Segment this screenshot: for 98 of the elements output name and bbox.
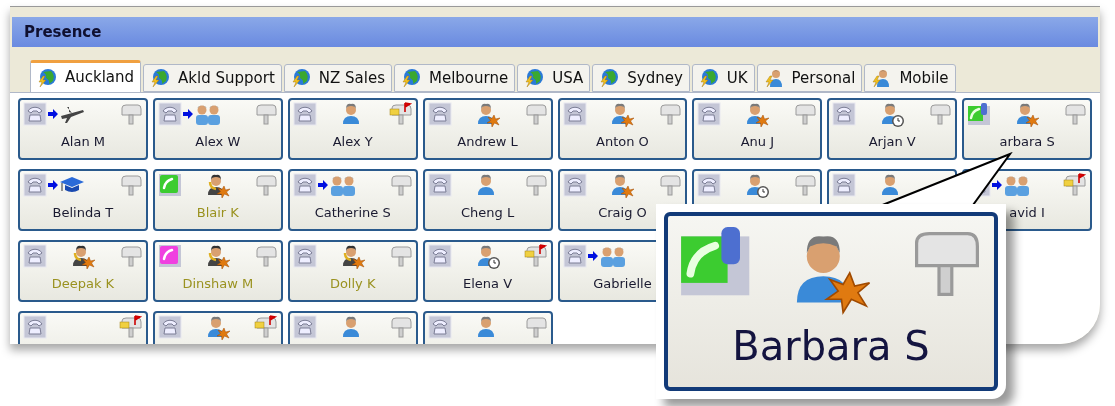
mailbox-icon — [1063, 102, 1087, 126]
airplane-icon — [59, 104, 85, 124]
phone-icon — [292, 315, 317, 339]
phone-icon — [23, 315, 47, 339]
handset-icon — [157, 244, 182, 268]
globe-icon — [37, 67, 57, 88]
people-icon — [193, 103, 222, 125]
arrow-icon — [317, 180, 328, 190]
arrow-icon — [48, 109, 58, 119]
contact-card[interactable]: Barbara S — [664, 212, 998, 391]
person-icon — [871, 68, 892, 88]
mailbox-flag-icon — [388, 102, 413, 126]
mailbox-icon — [118, 102, 143, 126]
mailbox-icon — [253, 102, 278, 126]
person-star-icon — [609, 173, 636, 199]
person-star-icon — [609, 102, 636, 128]
contact-card[interactable]: Alan M — [18, 98, 148, 160]
mailbox-icon — [253, 173, 278, 197]
phone-icon — [562, 173, 587, 197]
contact-card[interactable]: Alex W — [152, 98, 283, 160]
globe-icon — [524, 68, 545, 88]
phone-icon — [23, 244, 47, 268]
phone-icon — [427, 244, 452, 268]
phone-icon — [292, 244, 317, 268]
phone-icon — [23, 102, 47, 126]
graduation-cap-icon — [59, 175, 85, 195]
arrow-icon — [182, 109, 193, 119]
people-icon — [598, 245, 627, 267]
globe-icon — [599, 68, 620, 88]
contact-card[interactable]: Alex Y — [287, 98, 418, 160]
mailbox-icon — [658, 102, 683, 126]
mailbox-icon — [388, 315, 413, 339]
mailbox-icon — [928, 102, 953, 126]
tab[interactable]: Akld Support — [143, 64, 282, 92]
globe-icon — [290, 68, 311, 88]
phone-icon — [832, 102, 857, 126]
mailbox-flag-icon — [253, 315, 278, 339]
tab[interactable]: NZ Sales — [283, 64, 392, 92]
mailbox-icon — [388, 244, 413, 268]
phone-icon — [292, 173, 317, 197]
phone-icon — [157, 102, 182, 126]
phone-icon — [157, 315, 182, 339]
mailbox-icon — [388, 173, 413, 197]
globe-icon — [150, 68, 171, 88]
contact-card[interactable]: Anu J — [692, 98, 823, 160]
person-star-icon — [744, 102, 771, 128]
globe-icon — [698, 68, 719, 88]
contact-card[interactable]: Cheng L — [422, 169, 553, 231]
phone-icon — [562, 244, 587, 268]
people-icon — [328, 174, 357, 196]
mailbox-icon — [793, 173, 818, 197]
contact-card[interactable]: Andrew L — [422, 98, 553, 160]
mailbox-icon — [118, 173, 143, 197]
phone-icon — [427, 102, 452, 126]
contact-card[interactable]: Anton O — [557, 98, 688, 160]
tab[interactable]: Auckland — [30, 60, 142, 92]
person-clock-icon — [879, 102, 906, 128]
person-icon — [763, 68, 784, 88]
person-star-icon — [1014, 102, 1041, 128]
mailbox-icon — [523, 102, 548, 126]
tab[interactable]: UK — [691, 64, 755, 92]
mailbox-flag-icon — [1063, 173, 1087, 197]
contact-card[interactable]: Belinda T — [18, 169, 148, 231]
contact-card[interactable]: Catherine S — [287, 169, 418, 231]
arrow-icon — [48, 180, 58, 190]
contact-card[interactable]: Craig O — [557, 169, 688, 231]
tab[interactable]: Mobile — [864, 64, 956, 92]
phone-icon — [562, 102, 587, 126]
person-clock-icon — [744, 173, 771, 199]
phone-icon — [427, 173, 452, 197]
phone-icon — [292, 102, 317, 126]
phone-icon — [697, 102, 722, 126]
phone-icon — [697, 173, 722, 197]
mailbox-icon — [118, 244, 143, 268]
mailbox-flag-icon — [523, 244, 548, 268]
phone-icon — [23, 173, 47, 197]
people-icon — [1003, 174, 1032, 196]
contact-card[interactable]: Arjan V — [827, 98, 958, 160]
mailbox-icon — [658, 173, 683, 197]
tab[interactable]: Personal — [756, 64, 863, 92]
mailbox-icon — [523, 173, 548, 197]
tab[interactable]: USA — [517, 64, 591, 92]
globe-icon — [401, 68, 421, 88]
contact-card[interactable]: arbara S — [962, 98, 1092, 160]
arrow-icon — [587, 251, 598, 261]
phone-icon — [427, 315, 452, 339]
tab[interactable]: Sydney — [592, 64, 690, 92]
tab[interactable]: Melbourne — [394, 64, 516, 92]
mailbox-flag-icon — [118, 315, 143, 339]
phone-icon — [832, 173, 857, 197]
mailbox-icon — [523, 315, 548, 339]
panel-title: Presence — [24, 21, 102, 43]
mailbox-icon — [253, 244, 278, 268]
mailbox-icon — [793, 102, 818, 126]
arrow-icon — [992, 180, 1003, 190]
contact-card[interactable]: Elena V — [422, 240, 553, 302]
handset-icon — [157, 173, 182, 197]
handset-mobile-icon — [967, 102, 992, 126]
